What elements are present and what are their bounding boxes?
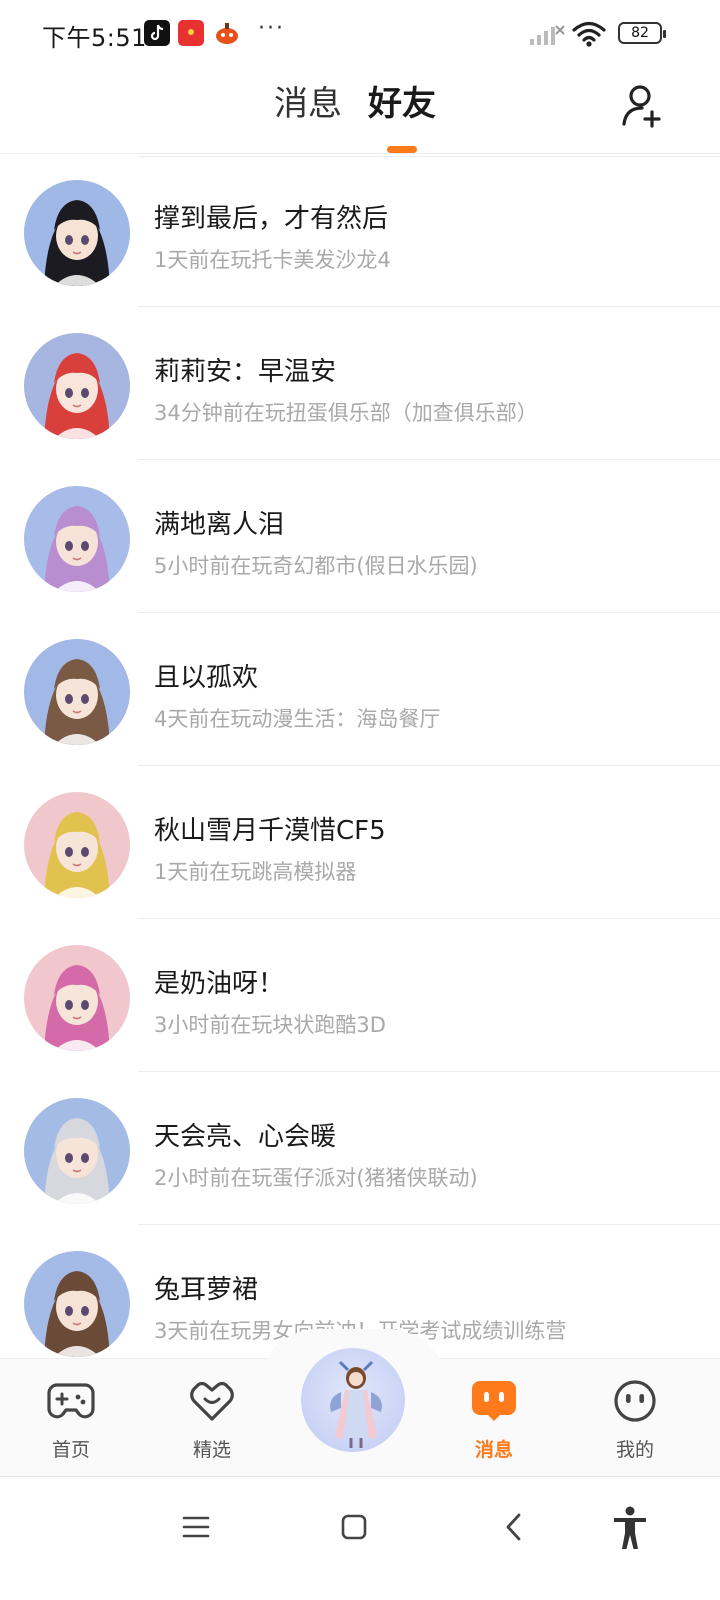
avatar-character-icon bbox=[330, 1360, 382, 1448]
game-app-icon bbox=[214, 20, 240, 46]
friend-avatar[interactable] bbox=[24, 792, 130, 898]
friend-name: 且以孤欢 bbox=[154, 663, 259, 693]
system-nav-bar bbox=[0, 1476, 720, 1600]
friend-name: 撑到最后，才有然后 bbox=[154, 204, 389, 234]
nav-me[interactable]: 我的 bbox=[590, 1379, 680, 1461]
friend-avatar[interactable] bbox=[24, 945, 130, 1051]
back-icon[interactable] bbox=[490, 1503, 538, 1551]
friend-activity: 3小时前在玩块状跑酷3D bbox=[154, 1013, 386, 1037]
smiley-icon bbox=[614, 1380, 656, 1422]
nav-messages[interactable]: 消息 bbox=[449, 1379, 539, 1461]
accessibility-icon[interactable] bbox=[606, 1503, 654, 1551]
friend-name: 满地离人泪 bbox=[154, 510, 285, 540]
status-more-icon: ··· bbox=[258, 16, 285, 41]
friend-name: 秋山雪月千漠惜CF5 bbox=[154, 816, 386, 846]
gamepad-icon bbox=[47, 1383, 95, 1419]
nav-home-label: 首页 bbox=[51, 1439, 90, 1461]
friend-activity: 2小时前在玩蛋仔派对(猪猪侠联动) bbox=[154, 1166, 478, 1190]
wifi-icon bbox=[572, 21, 606, 47]
bottom-nav: 首页 精选 消息 我的 bbox=[0, 1329, 720, 1476]
battery-indicator: 82 bbox=[618, 22, 666, 44]
friend-activity: 34分钟前在玩扭蛋俱乐部（加查俱乐部） bbox=[154, 401, 538, 425]
signal-icon bbox=[530, 25, 565, 45]
friend-row[interactable]: 天会亮、心会暖 2小时前在玩蛋仔派对(猪猪侠联动) bbox=[0, 1072, 720, 1225]
friend-avatar[interactable] bbox=[24, 1098, 130, 1204]
friend-name: 天会亮、心会暖 bbox=[154, 1122, 337, 1152]
friend-avatar[interactable] bbox=[24, 333, 130, 439]
status-time: 下午5:51 bbox=[42, 24, 147, 52]
friend-activity: 5小时前在玩奇幻都市(假日水乐园) bbox=[154, 554, 478, 578]
friend-activity: 4天前在玩动漫生活：海岛餐厅 bbox=[154, 707, 441, 731]
tiktok-icon bbox=[144, 20, 170, 46]
nav-messages-label: 消息 bbox=[474, 1439, 513, 1461]
center-avatar-button[interactable] bbox=[298, 1345, 408, 1455]
chat-icon bbox=[472, 1381, 516, 1421]
status-bar: 下午5:51 ··· 82 bbox=[0, 0, 720, 70]
friend-row[interactable]: 秋山雪月千漠惜CF5 1天前在玩跳高模拟器 bbox=[0, 766, 720, 919]
friend-avatar[interactable] bbox=[24, 180, 130, 286]
tab-friends[interactable]: 好友 bbox=[368, 82, 436, 126]
menu-icon[interactable] bbox=[172, 1503, 220, 1551]
heart-icon bbox=[190, 1381, 234, 1421]
nav-me-label: 我的 bbox=[615, 1439, 654, 1461]
top-header: 消息 好友 bbox=[0, 70, 720, 154]
friend-name: 兔耳萝裙 bbox=[154, 1275, 259, 1305]
nav-home[interactable]: 首页 bbox=[26, 1379, 116, 1461]
friend-avatar[interactable] bbox=[24, 1251, 130, 1357]
friend-row[interactable]: 莉莉安：早温安 34分钟前在玩扭蛋俱乐部（加查俱乐部） bbox=[0, 307, 720, 460]
friend-activity: 1天前在玩托卡美发沙龙4 bbox=[154, 248, 391, 272]
friend-list[interactable]: 撑到最后，才有然后 1天前在玩托卡美发沙龙4 莉莉安：早温安 34分钟前在玩扭蛋俱乐部… bbox=[0, 154, 720, 1358]
red-packet-icon bbox=[178, 20, 204, 46]
friend-row[interactable]: 且以孤欢 4天前在玩动漫生活：海岛餐厅 bbox=[0, 613, 720, 766]
friend-activity: 1天前在玩跳高模拟器 bbox=[154, 860, 357, 884]
nav-featured[interactable]: 精选 bbox=[167, 1379, 257, 1461]
friend-avatar[interactable] bbox=[24, 486, 130, 592]
home-square-icon[interactable] bbox=[330, 1503, 378, 1551]
friend-row[interactable]: 撑到最后，才有然后 1天前在玩托卡美发沙龙4 bbox=[0, 154, 720, 307]
active-tab-indicator bbox=[387, 146, 417, 153]
nav-featured-label: 精选 bbox=[192, 1439, 231, 1461]
friend-name: 莉莉安：早温安 bbox=[154, 357, 337, 387]
friend-name: 是奶油呀！ bbox=[154, 969, 285, 999]
tab-messages[interactable]: 消息 bbox=[274, 82, 342, 126]
friend-row[interactable]: 是奶油呀！ 3小时前在玩块状跑酷3D bbox=[0, 919, 720, 1072]
add-friend-icon[interactable] bbox=[620, 82, 668, 130]
friend-row[interactable]: 满地离人泪 5小时前在玩奇幻都市(假日水乐园) bbox=[0, 460, 720, 613]
friend-avatar[interactable] bbox=[24, 639, 130, 745]
